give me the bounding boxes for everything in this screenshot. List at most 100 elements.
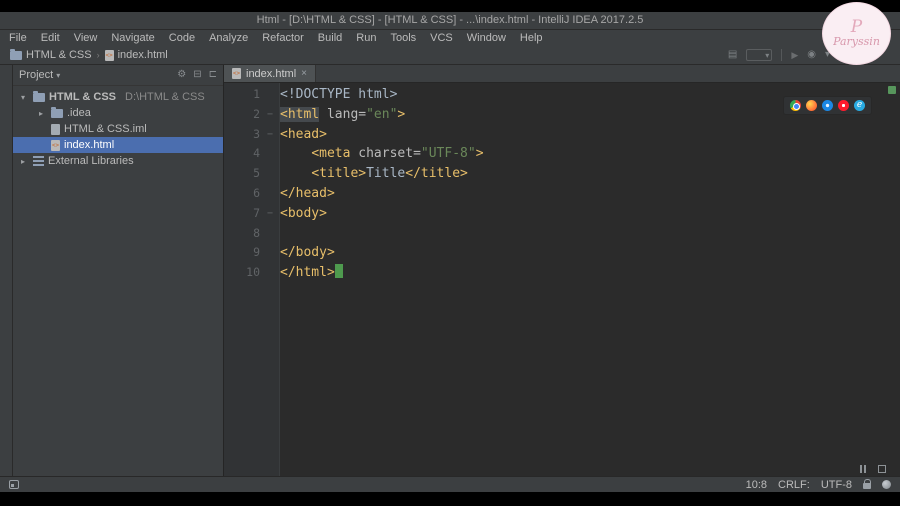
code-token: >	[397, 106, 406, 122]
debug-icon[interactable]: ◉	[807, 50, 816, 60]
menu-item-file[interactable]: File	[2, 32, 34, 44]
tree-item-external-libraries[interactable]: External Libraries	[13, 153, 223, 169]
editor-tab-index-html[interactable]: index.html	[224, 65, 316, 82]
menu-item-refactor[interactable]: Refactor	[255, 32, 311, 44]
project-panel-tools: ⚙ ⊟ ⊏	[177, 70, 217, 80]
breadcrumb-project[interactable]: HTML & CSS	[10, 48, 92, 61]
code-token: </html>	[280, 265, 335, 281]
expand-caret-icon[interactable]	[21, 93, 29, 102]
editor-tab-label: index.html	[246, 67, 297, 80]
fold-gutter	[260, 85, 280, 105]
tree-item-idea[interactable]: .idea	[13, 105, 223, 121]
expand-caret-icon[interactable]	[39, 109, 47, 118]
menu-item-edit[interactable]: Edit	[34, 32, 67, 44]
code-line: 3 <head>	[224, 125, 900, 145]
fold-toggle-icon[interactable]	[260, 204, 280, 224]
menu-item-analyze[interactable]: Analyze	[202, 32, 255, 44]
menu-item-code[interactable]: Code	[162, 32, 202, 44]
toolbar-divider	[781, 49, 783, 61]
code-token: >	[475, 146, 484, 162]
code-editor[interactable]: e 1 <!DOCTYPE html> 2 <html lang="en">	[224, 83, 900, 476]
module-file-icon	[51, 123, 60, 135]
menu-item-help[interactable]: Help	[513, 32, 550, 44]
file-encoding[interactable]: UTF-8	[821, 479, 852, 491]
code-text: </html>	[280, 263, 343, 283]
view-toggle-icon[interactable]: ▤	[728, 50, 737, 60]
code-text: <!DOCTYPE html>	[280, 85, 397, 105]
menu-item-run[interactable]: Run	[349, 32, 383, 44]
fold-gutter	[260, 164, 280, 184]
html-file-icon	[104, 49, 114, 61]
recorder-controls	[860, 465, 886, 473]
code-line: 9 </body>	[224, 243, 900, 263]
code-line: 5 <title>Title</title>	[224, 164, 900, 184]
folder-icon	[51, 106, 63, 118]
text-cursor	[334, 264, 343, 279]
chevron-down-icon	[56, 71, 60, 80]
tree-item-root[interactable]: HTML & CSS D:\HTML & CSS	[13, 89, 223, 105]
code-line: 4 <meta charset="UTF-8">	[224, 144, 900, 164]
caret-position[interactable]: 10:8	[746, 479, 767, 491]
code-line: 8	[224, 224, 900, 244]
breadcrumb-file[interactable]: index.html	[104, 49, 168, 61]
window-title: Html - [D:\HTML & CSS] - [HTML & CSS] - …	[0, 12, 900, 30]
tree-item-label: .idea	[67, 107, 91, 119]
stop-icon[interactable]	[878, 465, 886, 473]
tool-window-strip[interactable]	[0, 65, 13, 476]
fold-gutter	[260, 224, 280, 244]
line-number: 2	[253, 106, 260, 121]
collapse-all-icon[interactable]: ⊟	[193, 70, 201, 80]
run-icon[interactable]: ▶	[791, 50, 798, 61]
code-text: </head>	[280, 184, 335, 204]
breadcrumb-label: HTML & CSS	[26, 49, 92, 61]
tree-item-label: index.html	[64, 139, 115, 151]
project-panel: Project ⚙ ⊟ ⊏ HTML & CSS D:\HTML & CSS	[13, 65, 224, 476]
run-config-dropdown[interactable]: ▾	[746, 49, 773, 61]
tree-item-label: HTML & CSS.iml	[64, 123, 147, 135]
breadcrumb-label: index.html	[117, 49, 168, 61]
code-text: <body>	[280, 204, 327, 224]
fold-toggle-icon[interactable]	[260, 105, 280, 125]
hector-inspection-icon[interactable]	[882, 480, 891, 489]
ide-window: Html - [D:\HTML & CSS] - [HTML & CSS] - …	[0, 12, 900, 492]
watermark-monogram: P	[850, 16, 863, 37]
code-token: <!DOCTYPE html>	[280, 87, 398, 102]
menu-item-vcs[interactable]: VCS	[423, 32, 460, 44]
fold-gutter	[260, 263, 280, 283]
pause-icon[interactable]	[860, 465, 866, 473]
expand-caret-icon[interactable]	[21, 157, 29, 166]
status-bar: 10:8 CRLF: UTF-8	[0, 476, 900, 492]
channel-watermark: P Paryssin	[822, 2, 891, 65]
line-separator[interactable]: CRLF:	[778, 479, 810, 491]
fold-gutter	[260, 184, 280, 204]
html-file-icon	[51, 139, 60, 151]
menu-item-build[interactable]: Build	[311, 32, 349, 44]
folder-icon	[10, 48, 22, 60]
gear-icon[interactable]: ⚙	[177, 70, 186, 80]
code-token: </body>	[280, 245, 335, 261]
menu-item-navigate[interactable]: Navigate	[104, 32, 161, 44]
project-panel-header[interactable]: Project ⚙ ⊟ ⊏	[13, 65, 223, 86]
hide-panel-icon[interactable]: ⊏	[209, 70, 217, 80]
code-text: <head>	[280, 125, 327, 145]
code-token: <meta	[311, 146, 351, 162]
tool-window-toggle-icon[interactable]	[9, 480, 19, 489]
menu-item-tools[interactable]: Tools	[383, 32, 423, 44]
tree-item-index-html[interactable]: index.html	[13, 137, 223, 153]
line-number: 10	[246, 265, 260, 280]
line-number: 9	[253, 245, 260, 260]
fold-toggle-icon[interactable]	[260, 125, 280, 145]
line-number: 1	[253, 87, 260, 101]
lock-icon[interactable]	[863, 479, 871, 489]
close-icon[interactable]	[301, 69, 307, 79]
code-text: <html lang="en">	[280, 105, 405, 125]
tree-item-label: HTML & CSS	[49, 91, 117, 103]
menu-item-view[interactable]: View	[67, 32, 105, 44]
tree-item-label: External Libraries	[48, 155, 134, 167]
line-number: 8	[253, 225, 260, 240]
tree-item-iml[interactable]: HTML & CSS.iml	[13, 121, 223, 137]
code-token: "en"	[366, 106, 398, 122]
menu-item-window[interactable]: Window	[460, 32, 513, 44]
watermark-signature: Paryssin	[833, 34, 880, 48]
